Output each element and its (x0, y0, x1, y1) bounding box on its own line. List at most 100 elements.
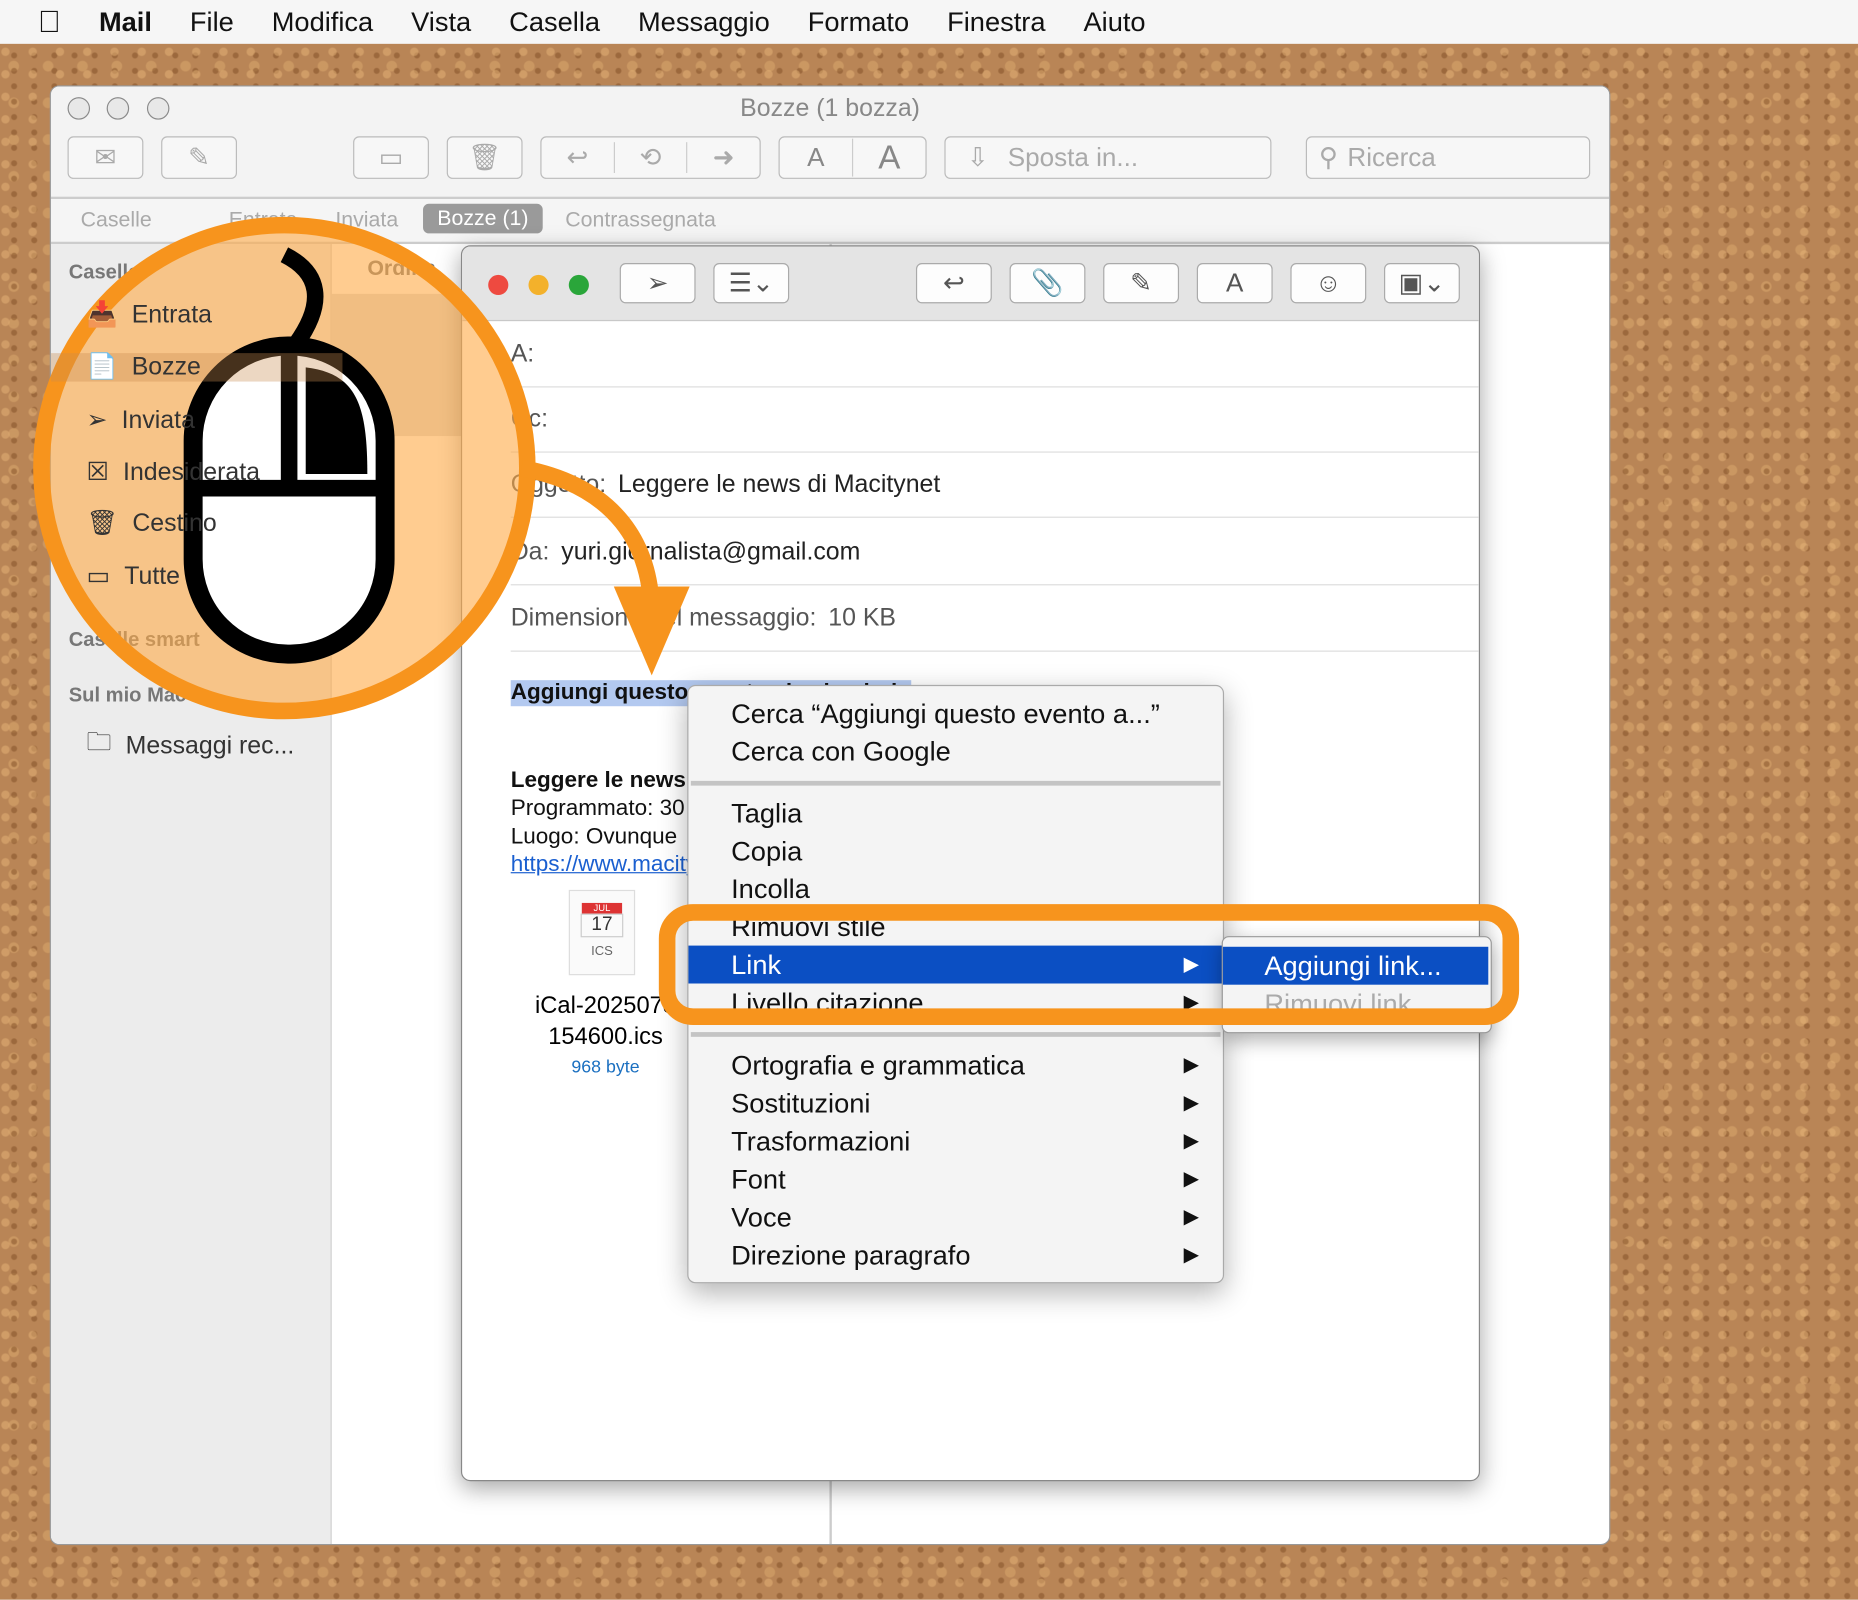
menu-item-link[interactable]: Link ▶ (688, 945, 1223, 984)
archive-button[interactable]: ▭ (353, 136, 429, 179)
menu-item-direzione[interactable]: Direzione paragrafo ▶ (688, 1236, 1222, 1274)
menu-item-trasformazioni[interactable]: Trasformazioni ▶ (688, 1122, 1222, 1160)
tab-inviata[interactable]: Inviata (335, 207, 398, 232)
menu-item-aggiungi-link[interactable]: Aggiungi link... (1222, 946, 1489, 985)
reply-group: ↩ ⟲ ➜ (540, 136, 761, 179)
subject-value: Leggere le news di Macitynet (618, 469, 941, 498)
calendar-day: 17 (580, 913, 624, 938)
sidebar-item-tutte[interactable]: ▭ Tutte (87, 562, 181, 592)
menu-finestra[interactable]: Finestra (947, 6, 1045, 38)
menu-item-livello-citazione[interactable]: Livello citazione ▶ (688, 984, 1222, 1022)
label: Link (731, 949, 782, 980)
font-smaller-icon[interactable]: A (780, 142, 852, 173)
event-title: Leggere le news (510, 767, 686, 793)
sidebar-item-folder[interactable]: 🗀 Messaggi rec... (87, 725, 295, 766)
reply-button[interactable]: ↩ (915, 263, 992, 304)
tab-caselle[interactable]: Caselle (81, 207, 152, 232)
font-larger-icon[interactable]: A (851, 138, 925, 177)
label: Cestino (132, 509, 217, 537)
trash-button[interactable]: 🗑 (446, 136, 523, 179)
label: Entrata (131, 300, 212, 329)
cc-field[interactable]: Cc: (510, 386, 1479, 453)
send-button[interactable]: ➢ (619, 263, 696, 304)
from-field[interactable]: Da: yuri.giornalista@gmail.com (510, 519, 1479, 586)
font-size-group: A A (778, 136, 927, 179)
ics-file-icon[interactable]: JUL 17 ICS (568, 889, 636, 976)
submenu-arrow-icon: ▶ (1183, 1053, 1200, 1076)
draft-icon: 📄 (86, 353, 118, 381)
size-label: Dimensione del messaggio: (510, 603, 817, 631)
message-row[interactable] (331, 293, 463, 437)
move-to-button[interactable]: ⇩ Sposta in... (944, 136, 1272, 179)
photo-button[interactable]: ▣⌄ (1384, 263, 1460, 304)
menu-item-voce[interactable]: Voce ▶ (688, 1198, 1222, 1236)
sidebar-item-bozze[interactable]: 📄 Bozze (50, 353, 343, 382)
menu-mail[interactable]: Mail (99, 6, 152, 38)
menu-item-incolla[interactable]: Incolla (688, 870, 1222, 908)
to-label: A: (510, 339, 535, 367)
attach-button[interactable]: 📎 (1009, 263, 1086, 304)
emoji-button[interactable]: ☺ (1290, 263, 1367, 304)
event-scheduled: Programmato: 30 (510, 796, 685, 822)
sidebar-item-inviata[interactable]: ➢ Inviata (87, 405, 195, 435)
menu-vista[interactable]: Vista (411, 6, 471, 38)
sidebar-item-entrata[interactable]: 📥 Entrata (87, 301, 212, 329)
menu-item-taglia[interactable]: Taglia (688, 794, 1222, 832)
minimize-button[interactable] (528, 274, 549, 296)
label: Bozze (131, 353, 201, 381)
sidebar-header: Caselle (68, 260, 140, 284)
tab-bozze[interactable]: Bozze (1) (423, 203, 543, 234)
submenu-arrow-icon: ▶ (1183, 1205, 1200, 1228)
menu-item-copia[interactable]: Copia (688, 832, 1222, 870)
search-placeholder: Ricerca (1347, 142, 1436, 172)
apple-icon[interactable]:  (38, 4, 61, 41)
subject-label: Oggetto: (510, 469, 607, 498)
label: Trasformazioni (731, 1125, 911, 1157)
search-input[interactable]: ⚲ Ricerca (1305, 136, 1591, 179)
menu-item-font[interactable]: Font ▶ (688, 1160, 1222, 1198)
subject-field[interactable]: Oggetto: Leggere le news di Macitynet (510, 451, 1479, 518)
menu-modifica[interactable]: Modifica (272, 6, 373, 38)
label: Font (731, 1163, 786, 1195)
reply-icon[interactable]: ↩ (542, 142, 614, 173)
header-fields-button[interactable]: ☰⌄ (713, 263, 790, 304)
from-value: yuri.giornalista@gmail.com (561, 537, 861, 565)
zoom-button[interactable] (568, 274, 589, 296)
cc-label: Cc: (510, 404, 549, 432)
tab-entrata[interactable]: Entrata (229, 207, 298, 232)
event-location: Luogo: Ovunque (510, 824, 678, 850)
submenu-arrow-icon: ▶ (1183, 1243, 1200, 1266)
menu-item-ortografia[interactable]: Ortografia e grammatica ▶ (688, 1046, 1222, 1084)
inbox-icon: 📥 (86, 300, 118, 329)
reply-all-icon[interactable]: ⟲ (613, 142, 686, 174)
sidebar-item-indesiderata[interactable]: ☒ Indesiderata (87, 457, 261, 487)
compose-button[interactable]: ✎ (161, 136, 237, 179)
menu-aiuto[interactable]: Aiuto (1083, 6, 1145, 38)
file-type: ICS (591, 944, 613, 959)
close-button[interactable] (488, 274, 509, 296)
menu-item-cerca[interactable]: Cerca “Aggiungi questo evento a...” (688, 694, 1222, 732)
sort-button[interactable]: Ordina (367, 256, 436, 281)
tab-contrassegnata[interactable]: Contrassegnata (565, 207, 716, 232)
menu-item-rimuovi-stile[interactable]: Rimuovi stile (688, 908, 1222, 946)
label: Taglia (731, 797, 803, 829)
menu-formato[interactable]: Formato (808, 6, 909, 38)
context-menu: Cerca “Aggiungi questo evento a...” Cerc… (687, 684, 1225, 1284)
label: Livello citazione (731, 987, 924, 1018)
label: Rimuovi stile (731, 911, 886, 943)
menu-file[interactable]: File (190, 6, 234, 38)
submenu-arrow-icon: ▶ (1183, 1129, 1200, 1152)
to-field[interactable]: A: (510, 321, 1479, 388)
menu-casella[interactable]: Casella (509, 6, 600, 38)
menu-item-sostituzioni[interactable]: Sostituzioni ▶ (688, 1084, 1222, 1122)
menu-bar:  Mail File Modifica Vista Casella Messa… (0, 0, 1858, 44)
format-button[interactable]: A (1196, 263, 1273, 304)
menu-item-rimuovi-link[interactable]: Rimuovi link (1223, 985, 1488, 1023)
menu-item-cerca-google[interactable]: Cerca con Google (688, 732, 1222, 770)
get-mail-button[interactable]: ✉ (67, 136, 144, 179)
menu-messaggio[interactable]: Messaggio (638, 6, 770, 38)
forward-icon[interactable]: ➜ (686, 142, 759, 174)
sidebar-item-cestino[interactable]: 🗑 Cestino (87, 510, 217, 538)
markup-button[interactable]: ✎ (1103, 263, 1180, 304)
archive-icon: ▭ (86, 562, 111, 591)
